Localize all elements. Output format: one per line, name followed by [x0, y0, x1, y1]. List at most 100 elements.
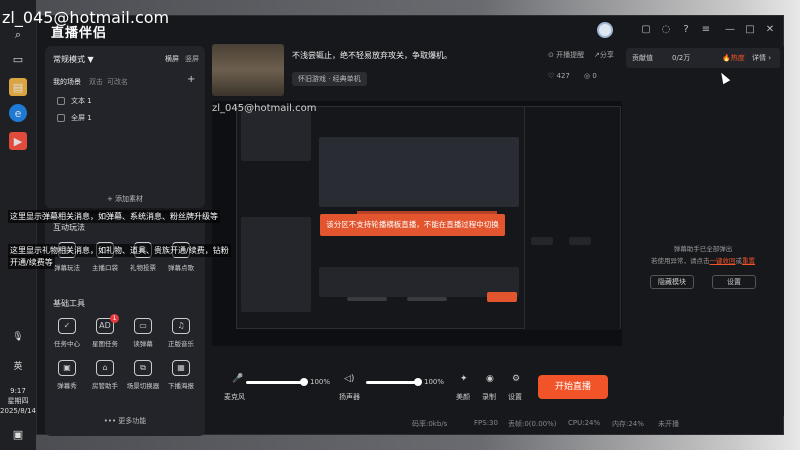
scene-item-label: 文本 1	[71, 97, 92, 105]
help-icon[interactable]: ?	[679, 23, 693, 37]
recall-link[interactable]: 一键收回	[710, 257, 736, 265]
notification-badge: 1	[110, 314, 119, 323]
settings-icon[interactable]: ⚙	[512, 374, 520, 384]
tool-scene-switcher[interactable]: ⧉ 场景切换器	[123, 360, 163, 390]
search-icon[interactable]: ⌕	[9, 26, 27, 44]
tool-label: 场景切换器	[126, 382, 160, 390]
hint-text: 若使用异常，请点击	[651, 257, 710, 265]
bitrate-status: 码率:0kb/s	[412, 420, 448, 428]
tool-label: 正版音乐	[168, 340, 194, 348]
switch-icon: ⧉	[134, 360, 152, 376]
partition-warning-toast: 该分区不支持轮播横板直播，不能在直播过程中切换	[320, 214, 505, 236]
detail-link[interactable]: 详情 ›	[752, 53, 771, 63]
speaker-volume-value: 100%	[424, 378, 445, 386]
add-scene-button[interactable]: +	[187, 74, 195, 85]
edge-browser-icon[interactable]: e	[9, 104, 27, 122]
microphone-slider-handle[interactable]	[300, 378, 308, 386]
scene-item[interactable]: 全屏 1	[57, 113, 92, 123]
microphone-volume-value: 100%	[310, 378, 331, 386]
speaker-icon[interactable]: ◁)	[344, 374, 354, 384]
chat-icon[interactable]: ▢	[639, 23, 653, 37]
scene-checkbox[interactable]	[57, 97, 65, 105]
add-material-button[interactable]: + 添加素材	[45, 194, 205, 204]
close-icon[interactable]: ✕	[763, 23, 777, 37]
microphone-icon[interactable]: 🎙	[9, 328, 27, 346]
ime-indicator[interactable]: 英	[0, 362, 36, 372]
tool-label: 弹幕点歌	[168, 264, 194, 272]
scene-item-label: 全屏 1	[71, 114, 92, 122]
tab-rename[interactable]: 可改名	[107, 77, 128, 87]
tool-read-danmaku[interactable]: ▭ 读弹幕	[123, 318, 163, 348]
scene-card: 常规模式 ▼ 横屏 竖屏 我的场景 双击 可改名 + 文本 1 全屏 1 + 添…	[45, 46, 205, 208]
speaker-volume-slider[interactable]	[366, 381, 420, 384]
task-view-icon[interactable]: ▭	[9, 50, 27, 68]
menu-icon[interactable]: ≡	[699, 23, 713, 37]
interactive-section-title: 互动玩法	[53, 223, 85, 232]
app-window: 直播伴侣 ▢ ◌ ? ≡ — □ ✕ 常规模式 ▼ 横屏 竖屏 我的场景 双击 …	[36, 15, 785, 436]
clipboard-icon: ✓	[58, 318, 76, 334]
mode-dropdown[interactable]: 常规模式 ▼	[53, 54, 94, 65]
tool-label: 下播海报	[168, 382, 194, 390]
read-danmaku-icon: ▭	[134, 318, 152, 334]
assistant-settings-button[interactable]: 设置	[712, 275, 756, 289]
share-button[interactable]: ↗分享	[594, 50, 614, 60]
tool-label: 弹幕秀	[57, 382, 77, 390]
tool-task-center[interactable]: ✓ 任务中心	[47, 318, 87, 348]
contribution-label: 贡献值	[632, 54, 653, 62]
beauty-icon[interactable]: ✦	[460, 374, 468, 384]
cpu-status: CPU:24%	[568, 419, 601, 427]
tool-star-task[interactable]: AD 1 星图任务	[85, 314, 125, 348]
memory-status: 内存:24%	[612, 420, 644, 428]
contribution-value: 0/2万	[672, 54, 691, 62]
watermark-preview: zl_045@hotmail.com	[212, 103, 317, 114]
hot-badge: 🔥热度	[722, 54, 745, 62]
microphone-label: 麦克风	[224, 393, 245, 401]
user-avatar[interactable]	[597, 22, 613, 38]
record-icon[interactable]: ◉	[486, 374, 494, 384]
viewers-value: 0	[592, 72, 597, 80]
tool-label: 房管助手	[92, 382, 118, 390]
assistant-hint-reset: 若使用异常，请点击一键收回或重置	[622, 255, 784, 265]
tool-licensed-music[interactable]: ♫ 正版音乐	[161, 318, 201, 348]
end-reminder-button[interactable]: ⊙ 开播提醒	[548, 50, 584, 60]
minimize-icon[interactable]: —	[723, 23, 737, 37]
settings-label[interactable]: 设置	[508, 392, 522, 402]
tool-label: 主播口袋	[92, 264, 118, 272]
beauty-label[interactable]: 美颜	[456, 392, 470, 402]
tool-room-admin[interactable]: ⌂ 房管助手	[85, 360, 125, 390]
live-companion-app-icon[interactable]: ▶	[9, 132, 27, 150]
maximize-icon[interactable]: □	[743, 23, 757, 37]
ad-icon: AD 1	[96, 314, 119, 334]
stream-title[interactable]: 不浅尝辄止，绝不轻易放弃攻关，争取爆机。	[292, 50, 452, 61]
scene-checkbox[interactable]	[57, 114, 65, 122]
tool-end-poster[interactable]: ▦ 下播海报	[161, 360, 201, 390]
scene-item[interactable]: 文本 1	[57, 96, 92, 106]
category-tag[interactable]: 怀旧游戏 · 经典单机	[292, 72, 367, 86]
audio-controls: 🎤 麦克风 100% ◁) 扬声器 100% ✦ 美颜 ◉ 录制 ⚙ 设置 开始…	[212, 372, 622, 410]
headset-icon[interactable]: ◌	[659, 23, 673, 37]
more-features-button[interactable]: ••• 更多功能	[45, 416, 205, 426]
speaker-slider-handle[interactable]	[414, 378, 422, 386]
fps-status: FPS:30	[474, 419, 498, 427]
tiktok-music-icon: ♫	[172, 318, 190, 334]
landscape-toggle[interactable]: 横屏	[165, 54, 179, 64]
tab-my-scenes[interactable]: 我的场景	[53, 77, 81, 87]
status-bar: 码率:0kb/s FPS:30 丢帧:0(0.00%) CPU:24% 内存:2…	[212, 416, 785, 432]
tool-danmaku-show[interactable]: ▣ 弹幕秀	[47, 360, 87, 390]
file-explorer-icon[interactable]: ▤	[9, 78, 27, 96]
stream-preview[interactable]: 该分区不支持轮播横板直播，不能在直播过程中切换	[212, 101, 622, 346]
reset-link[interactable]: 重置	[742, 257, 755, 265]
watermark: zl_045@hotmail.com	[2, 8, 170, 27]
record-label[interactable]: 录制	[482, 392, 496, 402]
tool-label: 任务中心	[54, 340, 80, 348]
microphone-volume-slider[interactable]	[246, 381, 306, 384]
taskbar: ⌕ ▭ ▤ e ▶ 🎙 英 9:17 星期四 2025/8/14 ▣	[0, 0, 36, 450]
start-live-button[interactable]: 开始直播	[538, 375, 608, 399]
stream-cover-thumbnail[interactable]	[212, 44, 284, 96]
tv-icon: ▣	[58, 360, 76, 376]
microphone-icon[interactable]: 🎤	[232, 374, 243, 384]
portrait-toggle[interactable]: 竖屏	[185, 54, 199, 64]
hide-module-button[interactable]: 隐藏模块	[650, 275, 694, 289]
notification-icon[interactable]: ▣	[9, 425, 27, 443]
tab-double-click[interactable]: 双击	[89, 77, 103, 87]
